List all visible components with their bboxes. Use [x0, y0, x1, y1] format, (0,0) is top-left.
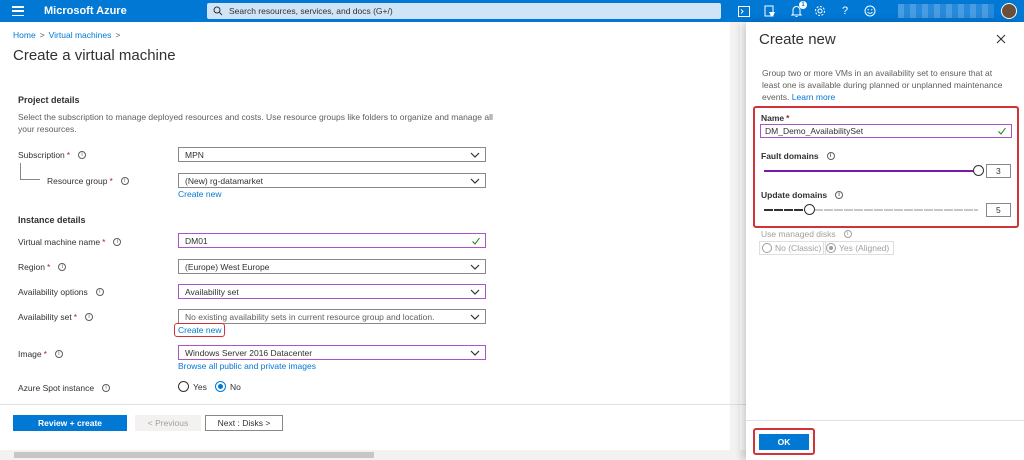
- managed-disks-yes-radio: Yes (Aligned): [823, 241, 895, 255]
- spot-no-radio[interactable]: No: [215, 381, 241, 392]
- breadcrumb: Home > Virtual machines >: [13, 30, 120, 40]
- search-input[interactable]: Search resources, services, and docs (G+…: [207, 3, 721, 19]
- availability-set-select[interactable]: No existing availability sets in current…: [178, 309, 486, 324]
- directory-filter-icon[interactable]: [763, 4, 777, 18]
- availability-set-label: Availability set * i: [18, 312, 94, 322]
- cloud-shell-icon[interactable]: [737, 4, 751, 18]
- region-select[interactable]: (Europe) West Europe: [178, 259, 486, 274]
- close-icon[interactable]: [995, 33, 1007, 45]
- info-icon[interactable]: i: [95, 288, 104, 296]
- review-create-button[interactable]: Review + create: [13, 415, 127, 431]
- name-label: Name *: [761, 113, 790, 123]
- fault-domains-slider-track[interactable]: [764, 170, 978, 172]
- breadcrumb-home[interactable]: Home: [13, 30, 36, 40]
- info-icon[interactable]: i: [85, 313, 94, 321]
- radio-circle: [178, 381, 189, 392]
- info-icon: i: [843, 230, 852, 238]
- radio-circle-selected: [215, 381, 226, 392]
- info-icon[interactable]: i: [120, 177, 129, 185]
- panel-footer-divider: [746, 420, 1024, 421]
- subscription-label: Subscription * i: [18, 150, 87, 160]
- project-details-heading: Project details: [18, 95, 80, 105]
- vertical-scrollbar[interactable]: [730, 22, 740, 450]
- page-title: Create a virtual machine: [13, 47, 176, 64]
- breadcrumb-virtual-machines[interactable]: Virtual machines: [49, 30, 112, 40]
- resource-group-label: Resource group * i: [47, 176, 129, 186]
- search-icon: [213, 6, 223, 16]
- brand-title[interactable]: Microsoft Azure: [44, 5, 127, 17]
- feedback-smile-icon[interactable]: [863, 4, 877, 18]
- fault-domains-slider-thumb[interactable]: [972, 165, 984, 176]
- chevron-down-icon: [470, 264, 480, 270]
- next-disks-button[interactable]: Next : Disks >: [205, 415, 283, 431]
- panel-description: Group two or more VMs in an availability…: [762, 68, 1003, 102]
- help-icon[interactable]: ?: [838, 4, 852, 18]
- info-icon[interactable]: i: [835, 191, 844, 199]
- resource-group-select[interactable]: (New) rg-datamarket: [178, 173, 486, 188]
- chevron-down-icon: [470, 152, 480, 158]
- spot-yes-radio[interactable]: Yes: [178, 381, 207, 392]
- info-icon[interactable]: i: [58, 263, 67, 271]
- update-domains-slider-thumb[interactable]: [803, 204, 815, 215]
- account-name-blurred[interactable]: [898, 4, 994, 18]
- project-description: Select the subscription to manage deploy…: [18, 112, 493, 134]
- info-icon[interactable]: i: [78, 151, 87, 159]
- chevron-down-icon: [470, 314, 480, 320]
- availability-set-name-input[interactable]: DM_Demo_AvailabilitySet: [760, 124, 1012, 138]
- fault-domains-label: Fault domains i: [761, 151, 835, 161]
- chevron-down-icon: [470, 178, 480, 184]
- vm-name-label: Virtual machine name * i: [18, 237, 122, 247]
- top-bar: Microsoft Azure Search resources, servic…: [0, 0, 1024, 22]
- image-label: Image * i: [18, 349, 63, 359]
- horizontal-scroll-thumb[interactable]: [14, 452, 374, 458]
- checkmark-icon: [998, 127, 1006, 135]
- previous-button[interactable]: < Previous: [135, 415, 201, 431]
- search-placeholder: Search resources, services, and docs (G+…: [229, 6, 393, 16]
- info-icon[interactable]: i: [826, 152, 835, 160]
- notification-badge: 1: [799, 1, 807, 9]
- availability-options-label: Availability options i: [18, 287, 104, 297]
- gear-icon[interactable]: [813, 4, 827, 18]
- subscription-select[interactable]: MPN: [178, 147, 486, 162]
- avatar[interactable]: [1001, 3, 1017, 19]
- fault-domains-input[interactable]: 3: [986, 164, 1011, 178]
- panel-title: Create new: [759, 31, 836, 48]
- learn-more-link[interactable]: Learn more: [792, 92, 835, 102]
- checkmark-icon: [472, 237, 480, 245]
- availability-options-select[interactable]: Availability set: [178, 284, 486, 299]
- update-domains-input[interactable]: 5: [986, 203, 1011, 217]
- browse-images-link[interactable]: Browse all public and private images: [178, 361, 316, 371]
- image-select[interactable]: Windows Server 2016 Datacenter: [178, 345, 486, 360]
- breadcrumb-separator: >: [39, 30, 45, 40]
- managed-disks-no-radio: No (Classic): [759, 241, 827, 255]
- instance-details-heading: Instance details: [18, 215, 86, 225]
- chevron-down-icon: [470, 289, 480, 295]
- chevron-down-icon: [470, 350, 480, 356]
- region-label: Region * i: [18, 262, 67, 272]
- notifications-icon[interactable]: 1: [789, 1, 807, 18]
- create-new-panel: Create new Group two or more VMs in an a…: [746, 22, 1024, 460]
- footer-divider: [0, 404, 746, 405]
- spot-instance-label: Azure Spot instance i: [18, 383, 111, 393]
- ok-button[interactable]: OK: [759, 434, 809, 450]
- create-new-availability-set-link[interactable]: Create new: [174, 323, 226, 337]
- update-domains-slider-fill: [764, 209, 810, 211]
- tree-connector: [20, 163, 40, 180]
- info-icon[interactable]: i: [102, 384, 111, 392]
- update-domains-label: Update domains i: [761, 190, 844, 200]
- vm-name-input[interactable]: DM01: [178, 233, 486, 248]
- managed-disks-label: Use managed disks i: [761, 229, 852, 239]
- info-icon[interactable]: i: [54, 350, 63, 358]
- info-icon[interactable]: i: [113, 238, 122, 246]
- breadcrumb-separator: >: [115, 30, 121, 40]
- create-new-resource-group-link[interactable]: Create new: [178, 189, 221, 199]
- menu-icon[interactable]: [12, 6, 24, 16]
